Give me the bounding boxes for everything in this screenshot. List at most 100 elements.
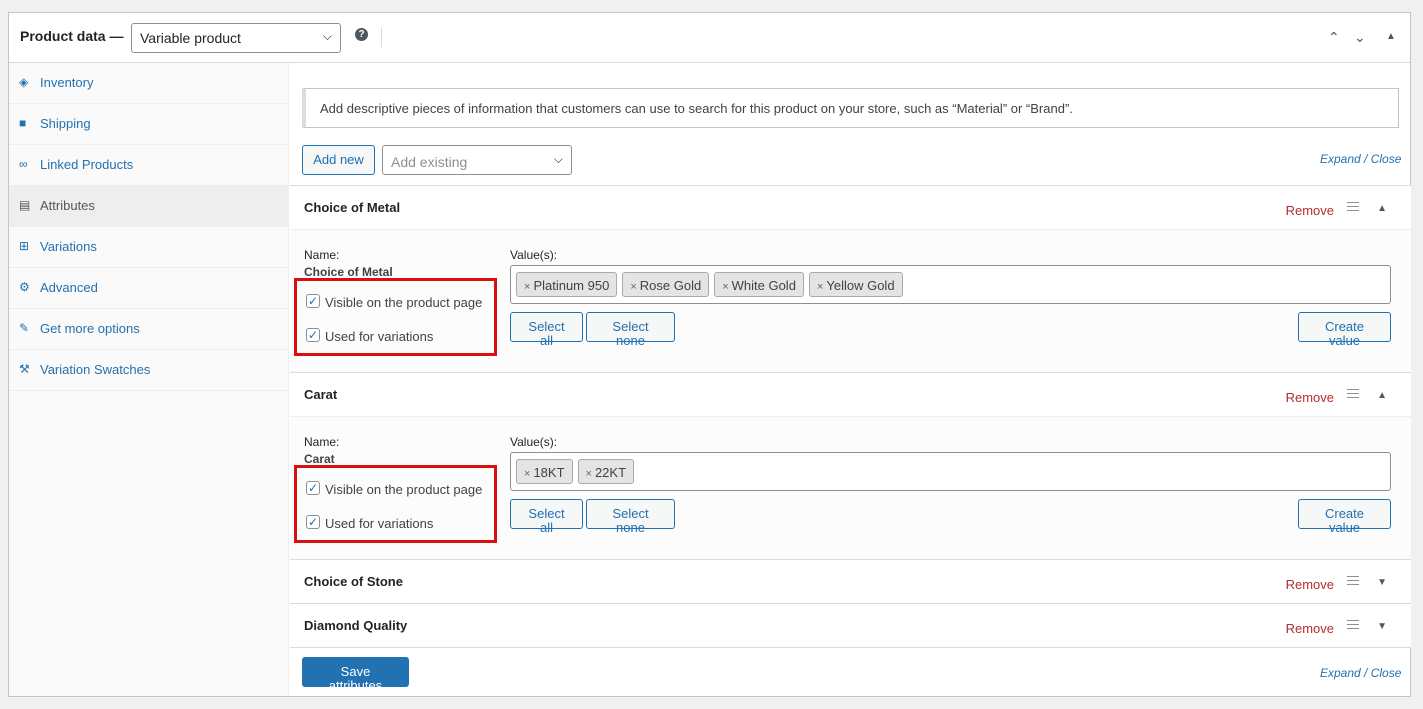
- value-tag[interactable]: × Rose Gold: [622, 272, 710, 297]
- grid-icon: ⊞: [19, 239, 30, 253]
- product-type-value: Variable product: [140, 30, 241, 46]
- wrench-icon: ⚒: [19, 362, 30, 376]
- remove-tag-icon[interactable]: ×: [817, 281, 823, 293]
- attribute-title: Choice of Stone: [304, 574, 403, 589]
- remove-tag-icon[interactable]: ×: [524, 468, 530, 480]
- expand-close-link[interactable]: Expand / Close: [1320, 152, 1401, 166]
- select-none-button[interactable]: Select none: [586, 499, 675, 535]
- remove-tag-icon[interactable]: ×: [722, 281, 728, 293]
- value-tag[interactable]: × Platinum 950: [516, 272, 618, 297]
- tab-label: Get more options: [40, 321, 140, 336]
- attribute-header[interactable]: Choice of Stone Remove ▼: [290, 560, 1411, 603]
- drag-handle-icon[interactable]: [1347, 202, 1359, 214]
- product-data-panel: Product data — Variable product ⌵ ? ⌃ ⌄ …: [8, 12, 1411, 697]
- attribute-title: Choice of Metal: [304, 200, 401, 215]
- select-all-button[interactable]: Select all: [510, 499, 583, 535]
- checkmark-icon: ✓: [306, 328, 320, 342]
- attribute-name-value: Carat: [304, 452, 335, 466]
- value-tag[interactable]: × 18KT: [516, 459, 573, 484]
- attribute-title: Diamond Quality: [304, 618, 408, 633]
- remove-attribute-link[interactable]: Remove: [1286, 390, 1334, 405]
- panel-header: Product data — Variable product ⌵ ? ⌃ ⌄ …: [9, 13, 1410, 63]
- attribute-header[interactable]: Diamond Quality Remove ▼: [290, 604, 1411, 647]
- values-select[interactable]: × Platinum 950 × Rose Gold × White Gold × Yello…: [510, 265, 1391, 304]
- gear-icon: ⚙: [19, 280, 30, 294]
- expand-icon[interactable]: ▼: [1377, 577, 1387, 588]
- values-select[interactable]: × 18KT × 22KT: [510, 452, 1391, 491]
- remove-tag-icon[interactable]: ×: [524, 281, 530, 293]
- tab-label: Attributes: [40, 198, 95, 213]
- expand-icon[interactable]: ▼: [1377, 621, 1387, 632]
- attribute-choice-of-metal: Choice of Metal Remove ▲ Name: Choice of…: [290, 185, 1411, 372]
- tab-label: Inventory: [40, 75, 94, 90]
- create-value-button[interactable]: Create value: [1298, 499, 1391, 535]
- expand-close-link[interactable]: Expand / Close: [1320, 666, 1401, 680]
- attribute-carat: Carat Remove ▲ Name: Carat ✓ Visible on …: [290, 372, 1411, 559]
- used-for-variations-checkbox[interactable]: ✓ Used for variations: [306, 515, 433, 531]
- add-existing-placeholder: Add existing: [391, 154, 468, 170]
- attribute-title: Carat: [304, 387, 338, 402]
- visible-on-product-page-checkbox[interactable]: ✓ Visible on the product page: [306, 481, 482, 497]
- attribute-body: Name: Carat ✓ Visible on the product pag…: [290, 416, 1411, 559]
- tab-label: Variation Swatches: [40, 362, 151, 377]
- value-tag[interactable]: × Yellow Gold: [808, 272, 903, 297]
- name-label: Name:: [304, 248, 340, 262]
- remove-attribute-link[interactable]: Remove: [1286, 577, 1334, 592]
- visible-on-product-page-checkbox[interactable]: ✓ Visible on the product page: [306, 294, 482, 310]
- drag-handle-icon[interactable]: [1347, 576, 1359, 588]
- remove-tag-icon[interactable]: ×: [630, 281, 636, 293]
- chevron-down-icon: ⌵: [322, 29, 332, 43]
- list-icon: ▤: [19, 198, 31, 212]
- move-down-icon[interactable]: ⌄: [1354, 29, 1366, 46]
- attribute-body: Name: Choice of Metal ✓ Visible on the p…: [290, 229, 1411, 372]
- link-icon: ∞: [19, 157, 28, 171]
- name-label: Name:: [304, 435, 340, 449]
- attribute-diamond-quality: Diamond Quality Remove ▼: [290, 603, 1411, 648]
- values-label: Value(s):: [510, 435, 558, 449]
- attribute-name-value: Choice of Metal: [304, 265, 393, 279]
- save-attributes-button[interactable]: Save attributes: [302, 657, 409, 693]
- remove-tag-icon[interactable]: ×: [586, 468, 592, 480]
- remove-attribute-link[interactable]: Remove: [1286, 203, 1334, 218]
- tab-label: Shipping: [40, 116, 91, 131]
- used-for-variations-checkbox[interactable]: ✓ Used for variations: [306, 328, 433, 344]
- collapse-icon[interactable]: ▲: [1377, 203, 1387, 214]
- tab-attributes[interactable]: ▤ Attributes: [9, 186, 288, 227]
- header-divider: [381, 27, 382, 47]
- attribute-header[interactable]: Choice of Metal Remove ▲: [290, 186, 1411, 229]
- select-none-button[interactable]: Select none: [586, 312, 675, 348]
- checkmark-icon: ✓: [306, 481, 320, 495]
- add-new-button[interactable]: Add new: [302, 145, 375, 175]
- move-up-icon[interactable]: ⌃: [1328, 29, 1340, 46]
- values-label: Value(s):: [510, 248, 558, 262]
- attribute-header[interactable]: Carat Remove ▲: [290, 373, 1411, 416]
- tab-advanced[interactable]: ⚙ Advanced: [9, 268, 288, 309]
- product-type-select[interactable]: Variable product ⌵: [131, 23, 341, 53]
- info-notice: Add descriptive pieces of information th…: [302, 88, 1399, 128]
- tab-variation-swatches[interactable]: ⚒ Variation Swatches: [9, 350, 288, 391]
- tab-get-more-options[interactable]: ✎ Get more options: [9, 309, 288, 350]
- tab-linked-products[interactable]: ∞ Linked Products: [9, 145, 288, 186]
- help-icon[interactable]: ?: [355, 28, 368, 41]
- tab-label: Advanced: [40, 280, 98, 295]
- collapse-icon[interactable]: ▲: [1377, 390, 1387, 401]
- select-all-button[interactable]: Select all: [510, 312, 583, 348]
- panel-title: Product data —: [20, 28, 124, 44]
- collapse-panel-icon[interactable]: ▲: [1386, 31, 1396, 42]
- tab-inventory[interactable]: ◈ Inventory: [9, 63, 288, 104]
- tab-shipping[interactable]: ■ Shipping: [9, 104, 288, 145]
- tab-variations[interactable]: ⊞ Variations: [9, 227, 288, 268]
- create-value-button[interactable]: Create value: [1298, 312, 1391, 348]
- drag-handle-icon[interactable]: [1347, 389, 1359, 401]
- drag-handle-icon[interactable]: [1347, 620, 1359, 632]
- highlight-box: [294, 465, 497, 543]
- remove-attribute-link[interactable]: Remove: [1286, 621, 1334, 636]
- truck-icon: ■: [19, 116, 27, 130]
- checkmark-icon: ✓: [306, 294, 320, 308]
- value-tag[interactable]: × 22KT: [577, 459, 635, 484]
- attribute-choice-of-stone: Choice of Stone Remove ▼: [290, 559, 1411, 603]
- add-existing-select[interactable]: Add existing ⌵: [382, 145, 572, 175]
- value-tag[interactable]: × White Gold: [714, 272, 804, 297]
- attributes-content: Add descriptive pieces of information th…: [290, 63, 1411, 696]
- plugin-icon: ✎: [19, 321, 30, 335]
